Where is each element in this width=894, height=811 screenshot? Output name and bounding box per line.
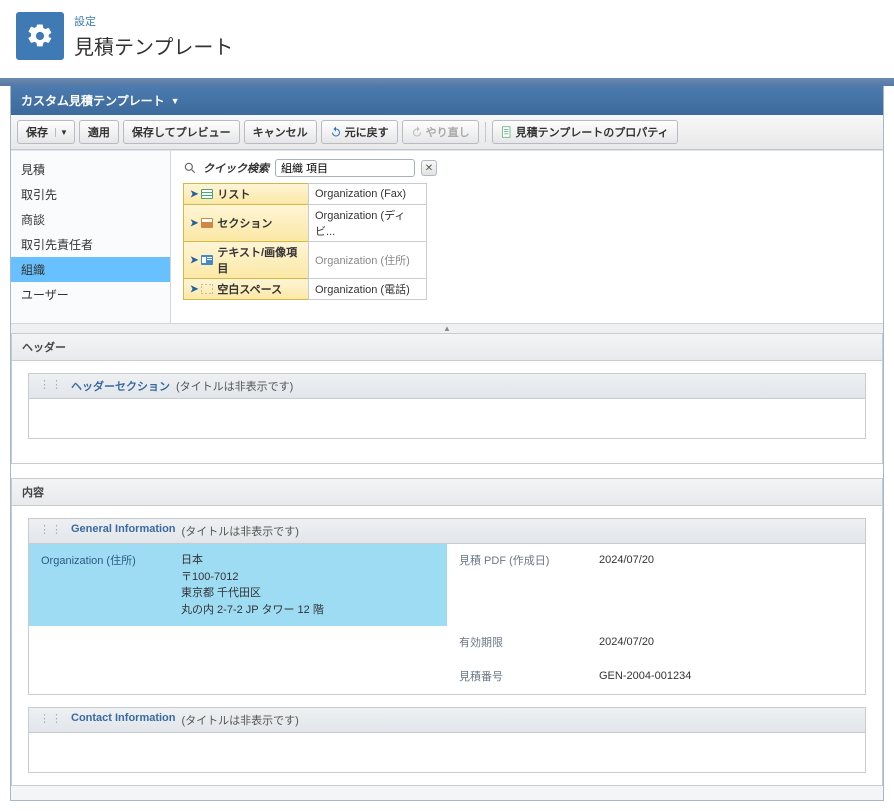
subsection-header[interactable]: ⋮⋮General Information(タイトルは非表示です) <box>28 518 866 544</box>
panel-title-bar[interactable]: カスタム見積テンプレート ▼ <box>11 86 883 115</box>
sidebar-item-0[interactable]: 見積 <box>11 157 170 182</box>
subsection-body[interactable] <box>28 733 866 773</box>
palette-component-1[interactable]: ➤セクション <box>183 204 309 242</box>
field-value: GEN-2004-001234 <box>599 668 691 686</box>
apply-button[interactable]: 適用 <box>79 120 119 144</box>
chevron-down-icon: ▼ <box>171 96 180 106</box>
field-label: 見積 PDF (作成日) <box>459 552 599 568</box>
palette-field-2: Organization (住所) <box>308 241 427 279</box>
sidebar-item-1[interactable]: 取引先 <box>11 182 170 207</box>
collapse-handle[interactable]: ▲ <box>11 323 883 333</box>
field-value: 2024/07/20 <box>599 634 654 652</box>
palette-field-1[interactable]: Organization (ディビ... <box>308 204 427 242</box>
canvas-section-title: 内容 <box>11 478 883 506</box>
toolbar: 保存▼ 適用 保存してプレビュー キャンセル 元に戻す やり直し 見積テンプレー… <box>11 115 883 150</box>
field-label: Organization (住所) <box>41 552 181 616</box>
subsection-body[interactable]: Organization (住所)日本〒100-7012東京都 千代田区丸の内 … <box>28 544 866 695</box>
field-cell[interactable] <box>29 626 447 660</box>
quick-find-input[interactable] <box>275 159 415 177</box>
sidebar-item-3[interactable]: 取引先責任者 <box>11 232 170 257</box>
sidebar-item-4[interactable]: 組織 <box>11 257 170 282</box>
panel-title-label: カスタム見積テンプレート <box>21 92 165 109</box>
page-title: 見積テンプレート <box>74 31 233 60</box>
field-cell[interactable]: Organization (住所)日本〒100-7012東京都 千代田区丸の内 … <box>29 544 447 626</box>
quick-find-label: クイック検索 <box>203 160 269 176</box>
decorative-band <box>0 78 894 86</box>
undo-button[interactable]: 元に戻す <box>321 120 398 144</box>
settings-gear-icon <box>16 12 64 60</box>
cancel-button[interactable]: キャンセル <box>244 120 317 144</box>
palette-field-0[interactable]: Organization (Fax) <box>308 183 427 205</box>
palette-component-3[interactable]: ➤空白スペース <box>183 278 309 300</box>
page-header: 設定 見積テンプレート <box>0 0 894 78</box>
field-value: 2024/07/20 <box>599 552 654 570</box>
redo-button[interactable]: やり直し <box>402 120 479 144</box>
document-icon <box>501 126 513 138</box>
subsection-header[interactable]: ⋮⋮ヘッダーセクション(タイトルは非表示です) <box>28 373 866 399</box>
sidebar-item-5[interactable]: ユーザー <box>11 282 170 307</box>
toolbar-divider <box>485 122 486 142</box>
redo-icon <box>411 126 423 138</box>
object-sidebar: 見積取引先商談取引先責任者組織ユーザー <box>11 151 171 323</box>
breadcrumb[interactable]: 設定 <box>74 13 233 29</box>
palette-component-2[interactable]: ➤テキスト/画像項目 <box>183 241 309 279</box>
field-palette: クイック検索 ✕ ➤リストOrganization (Fax)➤セクションOrg… <box>171 151 883 323</box>
clear-search-button[interactable]: ✕ <box>421 160 437 176</box>
field-cell[interactable] <box>29 660 447 694</box>
canvas-section-title: ヘッダー <box>11 333 883 361</box>
field-value: 日本〒100-7012東京都 千代田区丸の内 2-7-2 JP タワー 12 階 <box>181 552 324 618</box>
save-dropdown-caret[interactable]: ▼ <box>55 128 72 137</box>
sidebar-item-2[interactable]: 商談 <box>11 207 170 232</box>
subsection-header[interactable]: ⋮⋮Contact Information(タイトルは非表示です) <box>28 707 866 733</box>
field-cell[interactable]: 有効期限2024/07/20 <box>447 626 865 660</box>
template-properties-button[interactable]: 見積テンプレートのプロパティ <box>492 120 678 144</box>
palette-field-3[interactable]: Organization (電話) <box>308 278 427 300</box>
field-cell[interactable]: 見積番号GEN-2004-001234 <box>447 660 865 694</box>
save-and-preview-button[interactable]: 保存してプレビュー <box>123 120 240 144</box>
field-label: 見積番号 <box>459 668 599 684</box>
save-button[interactable]: 保存▼ <box>17 120 75 144</box>
subsection-body[interactable] <box>28 399 866 439</box>
field-cell[interactable]: 見積 PDF (作成日)2024/07/20 <box>447 544 865 626</box>
palette-component-0[interactable]: ➤リスト <box>183 183 309 205</box>
undo-icon <box>330 126 342 138</box>
field-label: 有効期限 <box>459 634 599 650</box>
search-icon <box>183 161 197 175</box>
